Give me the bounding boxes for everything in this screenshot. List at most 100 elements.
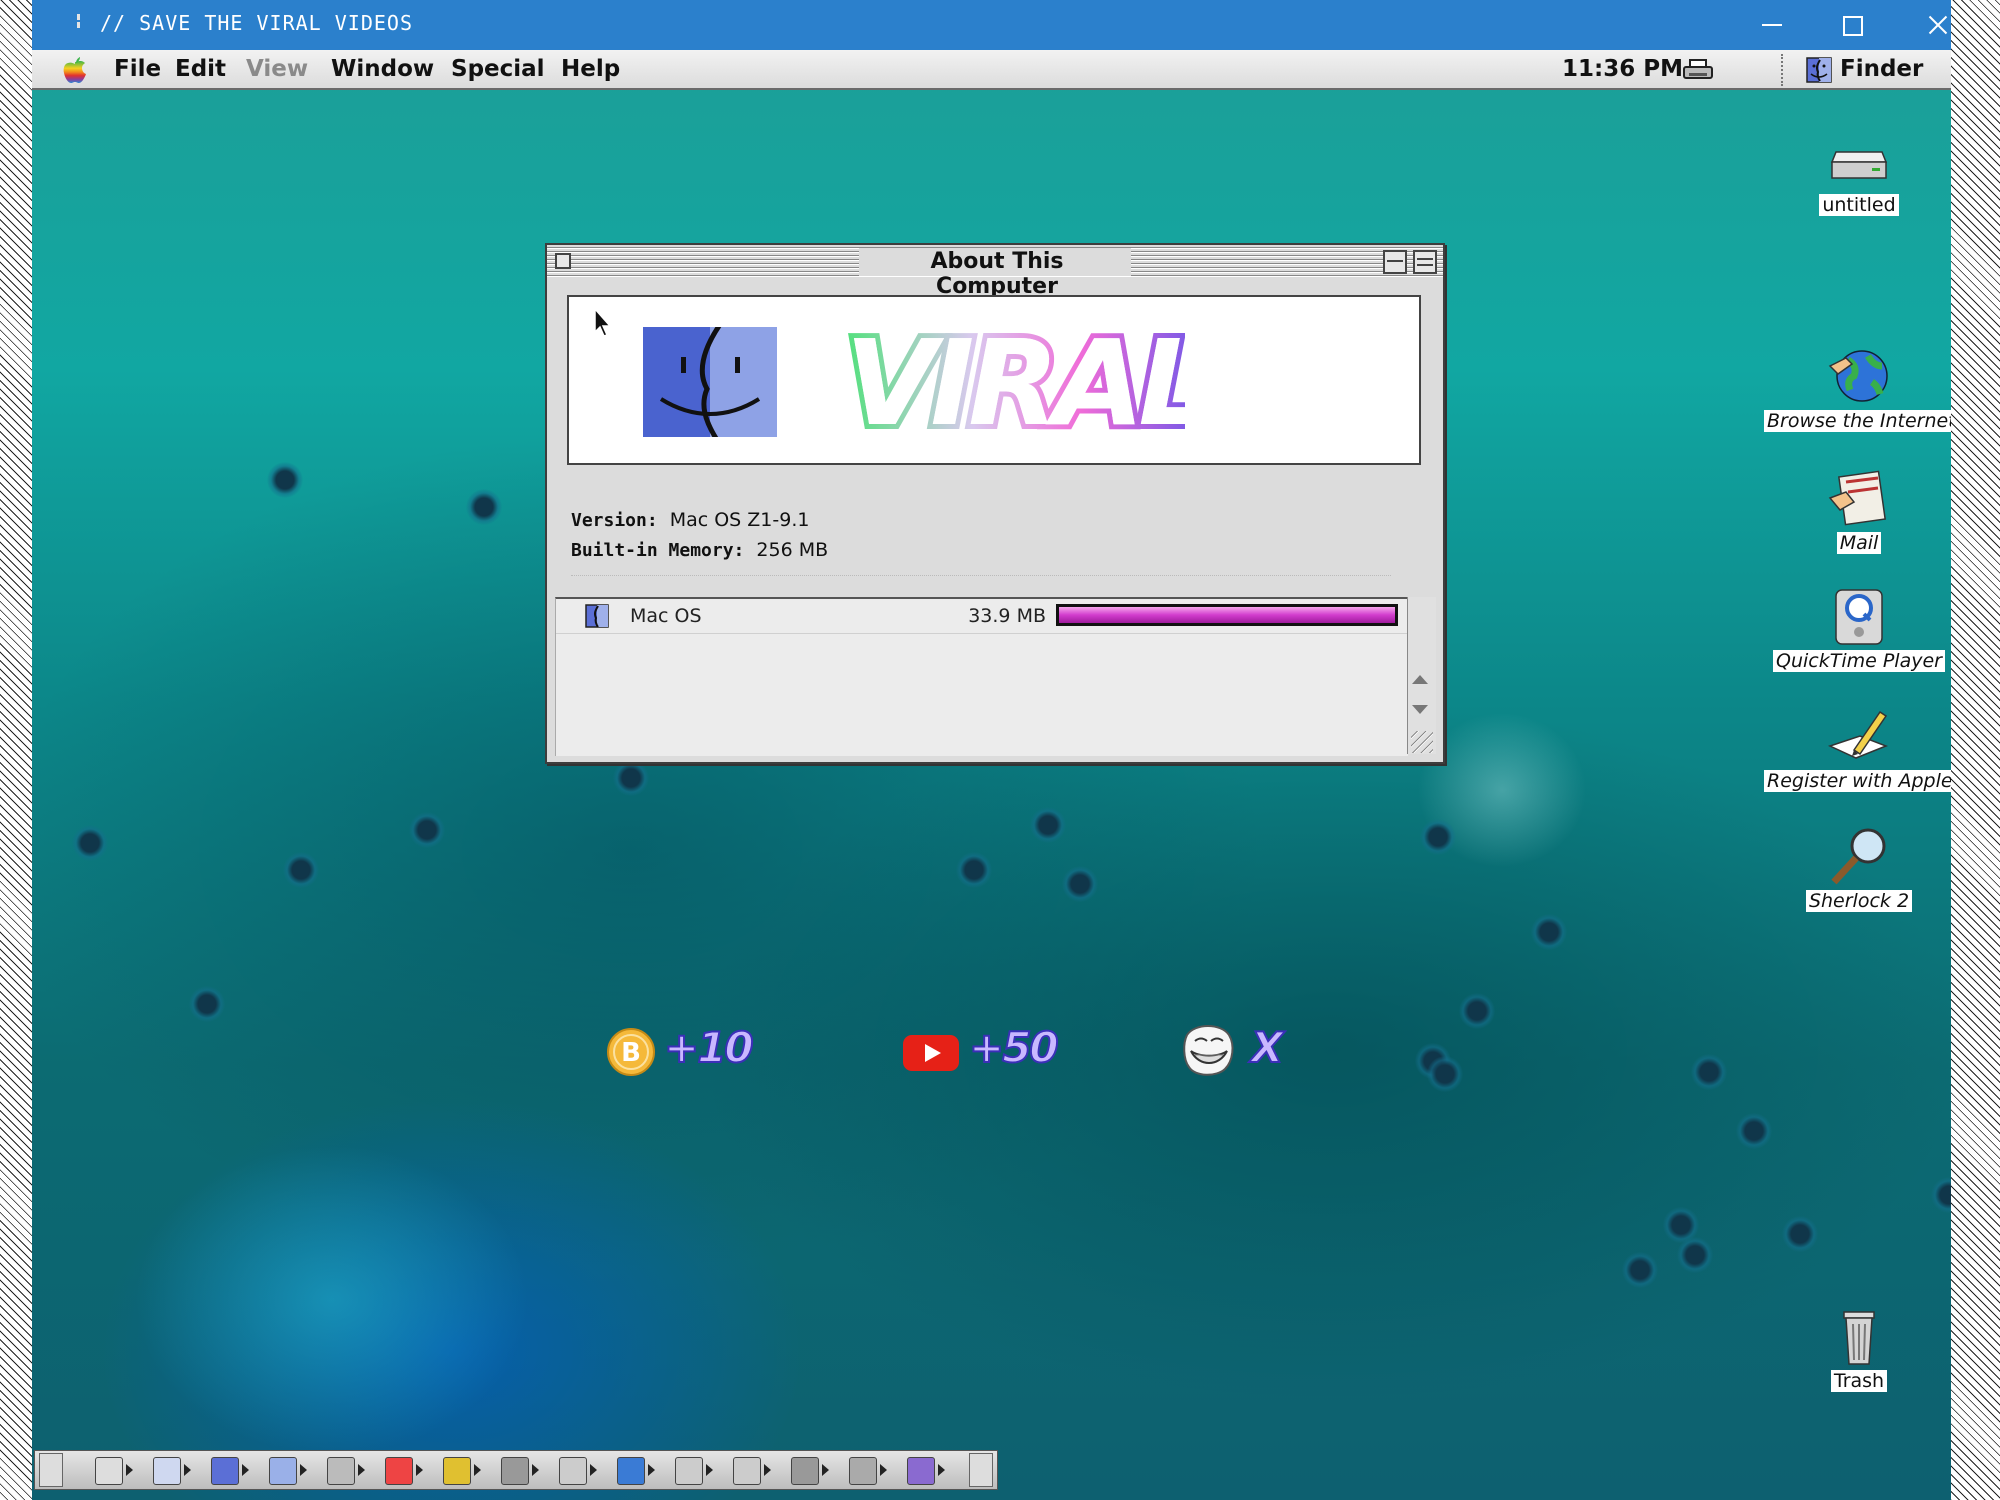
bokeh-orb — [409, 812, 445, 848]
desktop-icon-label: QuickTime Player — [1773, 650, 1945, 672]
desktop-icon-register[interactable]: Register with Apple — [1764, 706, 1951, 792]
strip-module-glyph — [849, 1457, 877, 1485]
resolution-icon[interactable] — [499, 1455, 541, 1485]
bokeh-orb — [1420, 819, 1456, 855]
bitcoin-icon: B — [607, 1028, 655, 1076]
dialog-titlebar[interactable]: About This Computer — [547, 245, 1443, 299]
strip-module-arrow-icon — [764, 1464, 771, 1476]
desktop-icon-label: Sherlock 2 — [1805, 890, 1913, 912]
speech-icon[interactable] — [847, 1455, 889, 1485]
menu-clock[interactable]: 11:36 PM — [1562, 56, 1683, 82]
window-titlebar[interactable]: // SAVE THE VIRAL VIDEOS — [32, 0, 1951, 50]
desktop-icon-label: Browse the Internet — [1764, 410, 1951, 432]
score-value: +10 — [663, 1022, 755, 1073]
dialog-close-box[interactable] — [555, 253, 571, 269]
file-icon[interactable] — [267, 1455, 309, 1485]
bokeh-orb — [283, 852, 319, 888]
lock-icon[interactable] — [325, 1455, 367, 1485]
bokeh-orb — [1062, 866, 1098, 902]
desktop-icon-untitled[interactable]: untitled — [1764, 130, 1951, 216]
cd-eject-icon[interactable] — [789, 1455, 831, 1485]
finder-icon[interactable] — [1806, 57, 1832, 83]
strip-module-arrow-icon — [880, 1464, 887, 1476]
bokeh-orb — [1663, 1207, 1699, 1243]
bokeh-orb — [1736, 1113, 1772, 1149]
bokeh-orb — [1030, 807, 1066, 843]
apple-menu-icon[interactable] — [62, 56, 88, 84]
strip-module-glyph — [95, 1457, 123, 1485]
bokeh-orb — [72, 825, 108, 861]
strip-module-glyph — [791, 1457, 819, 1485]
menu-separator — [1781, 54, 1787, 86]
strip-module-glyph — [443, 1457, 471, 1485]
strip-module-glyph — [327, 1457, 355, 1485]
dialog-collapse-box[interactable] — [1413, 250, 1437, 274]
control-strip-tab[interactable] — [969, 1453, 993, 1487]
menu-window[interactable]: Window — [331, 56, 434, 82]
menu-app-finder[interactable]: Finder — [1840, 56, 1923, 82]
sound-icon[interactable] — [731, 1455, 773, 1485]
strip-module-arrow-icon — [416, 1464, 423, 1476]
strip-module-arrow-icon — [648, 1464, 655, 1476]
strip-module-glyph — [269, 1457, 297, 1485]
window-title: // SAVE THE VIRAL VIDEOS — [100, 11, 413, 35]
file-sharing-icon[interactable] — [673, 1455, 715, 1485]
monitor-icon[interactable] — [93, 1455, 135, 1485]
strip-module-arrow-icon — [184, 1464, 191, 1476]
quicktime-icon[interactable] — [615, 1455, 657, 1485]
menu-edit[interactable]: Edit — [175, 56, 226, 82]
strip-module-glyph — [153, 1457, 181, 1485]
desktop-icon-browse[interactable]: Browse the Internet — [1764, 346, 1951, 432]
version-label: Version: — [571, 510, 658, 531]
scroll-up-arrow-icon[interactable] — [1412, 675, 1428, 684]
desktop-icon-mail[interactable]: Mail — [1764, 468, 1951, 554]
menu-view[interactable]: View — [246, 56, 308, 82]
control-strip[interactable] — [34, 1450, 998, 1490]
resize-grip-icon[interactable] — [1411, 731, 1433, 753]
printer-icon[interactable] — [1682, 58, 1714, 82]
desktop-icon-trash[interactable]: Trash — [1764, 1306, 1951, 1392]
cd-icon[interactable] — [151, 1455, 193, 1485]
bokeh-orb — [1931, 1177, 1951, 1213]
memory-list[interactable]: Mac OS 33.9 MB B +10 +50 X — [555, 597, 1408, 1076]
remote-access-icon[interactable] — [905, 1455, 947, 1485]
strip-module-glyph — [907, 1457, 935, 1485]
strip-module-arrow-icon — [358, 1464, 365, 1476]
strip-module-glyph — [211, 1457, 239, 1485]
strip-module-glyph — [617, 1457, 645, 1485]
printer-icon[interactable] — [557, 1455, 599, 1485]
sherlock-icon — [1831, 828, 1886, 885]
desktop-icon-sherlock[interactable]: Sherlock 2 — [1764, 826, 1951, 912]
scroll-down-arrow-icon[interactable] — [1412, 705, 1428, 714]
menu-special[interactable]: Special — [451, 56, 545, 82]
version-value: Mac OS Z1-9.1 — [669, 509, 810, 531]
battery-icon[interactable] — [383, 1455, 425, 1485]
desktop-icon-quicktime[interactable]: QuickTime Player — [1764, 586, 1951, 672]
strip-module-glyph — [733, 1457, 761, 1485]
strip-module-glyph — [385, 1457, 413, 1485]
color-depth-icon[interactable] — [441, 1455, 483, 1485]
app-icon — [77, 14, 83, 34]
memory-label: Built-in Memory: — [571, 540, 745, 561]
strip-module-arrow-icon — [590, 1464, 597, 1476]
minimize-icon[interactable] — [1732, 0, 1812, 50]
list-item[interactable]: Mac OS 33.9 MB — [556, 599, 1408, 634]
bokeh-orb — [1427, 1056, 1463, 1092]
control-strip-close-tab[interactable] — [39, 1453, 63, 1487]
macos-icon — [585, 604, 609, 628]
maximize-icon[interactable] — [1812, 0, 1892, 50]
desktop-icon-label: Mail — [1836, 532, 1882, 554]
menu-help[interactable]: Help — [561, 56, 620, 82]
menu-file[interactable]: File — [114, 56, 161, 82]
trash-icon — [1843, 1311, 1875, 1365]
dialog-zoom-box[interactable] — [1383, 250, 1407, 274]
strip-module-arrow-icon — [822, 1464, 829, 1476]
bokeh-orb — [1459, 993, 1495, 1029]
memory-line: Built-in Memory: 256 MB — [571, 539, 828, 561]
finder-icon[interactable] — [209, 1455, 251, 1485]
mac-desktop[interactable]: File Edit View Window Special Help 11:36… — [32, 50, 1951, 1500]
close-icon[interactable] — [1898, 0, 1978, 50]
dialog-title: About This Computer — [930, 249, 1064, 299]
bokeh-orb — [189, 986, 225, 1022]
divider — [571, 575, 1391, 576]
